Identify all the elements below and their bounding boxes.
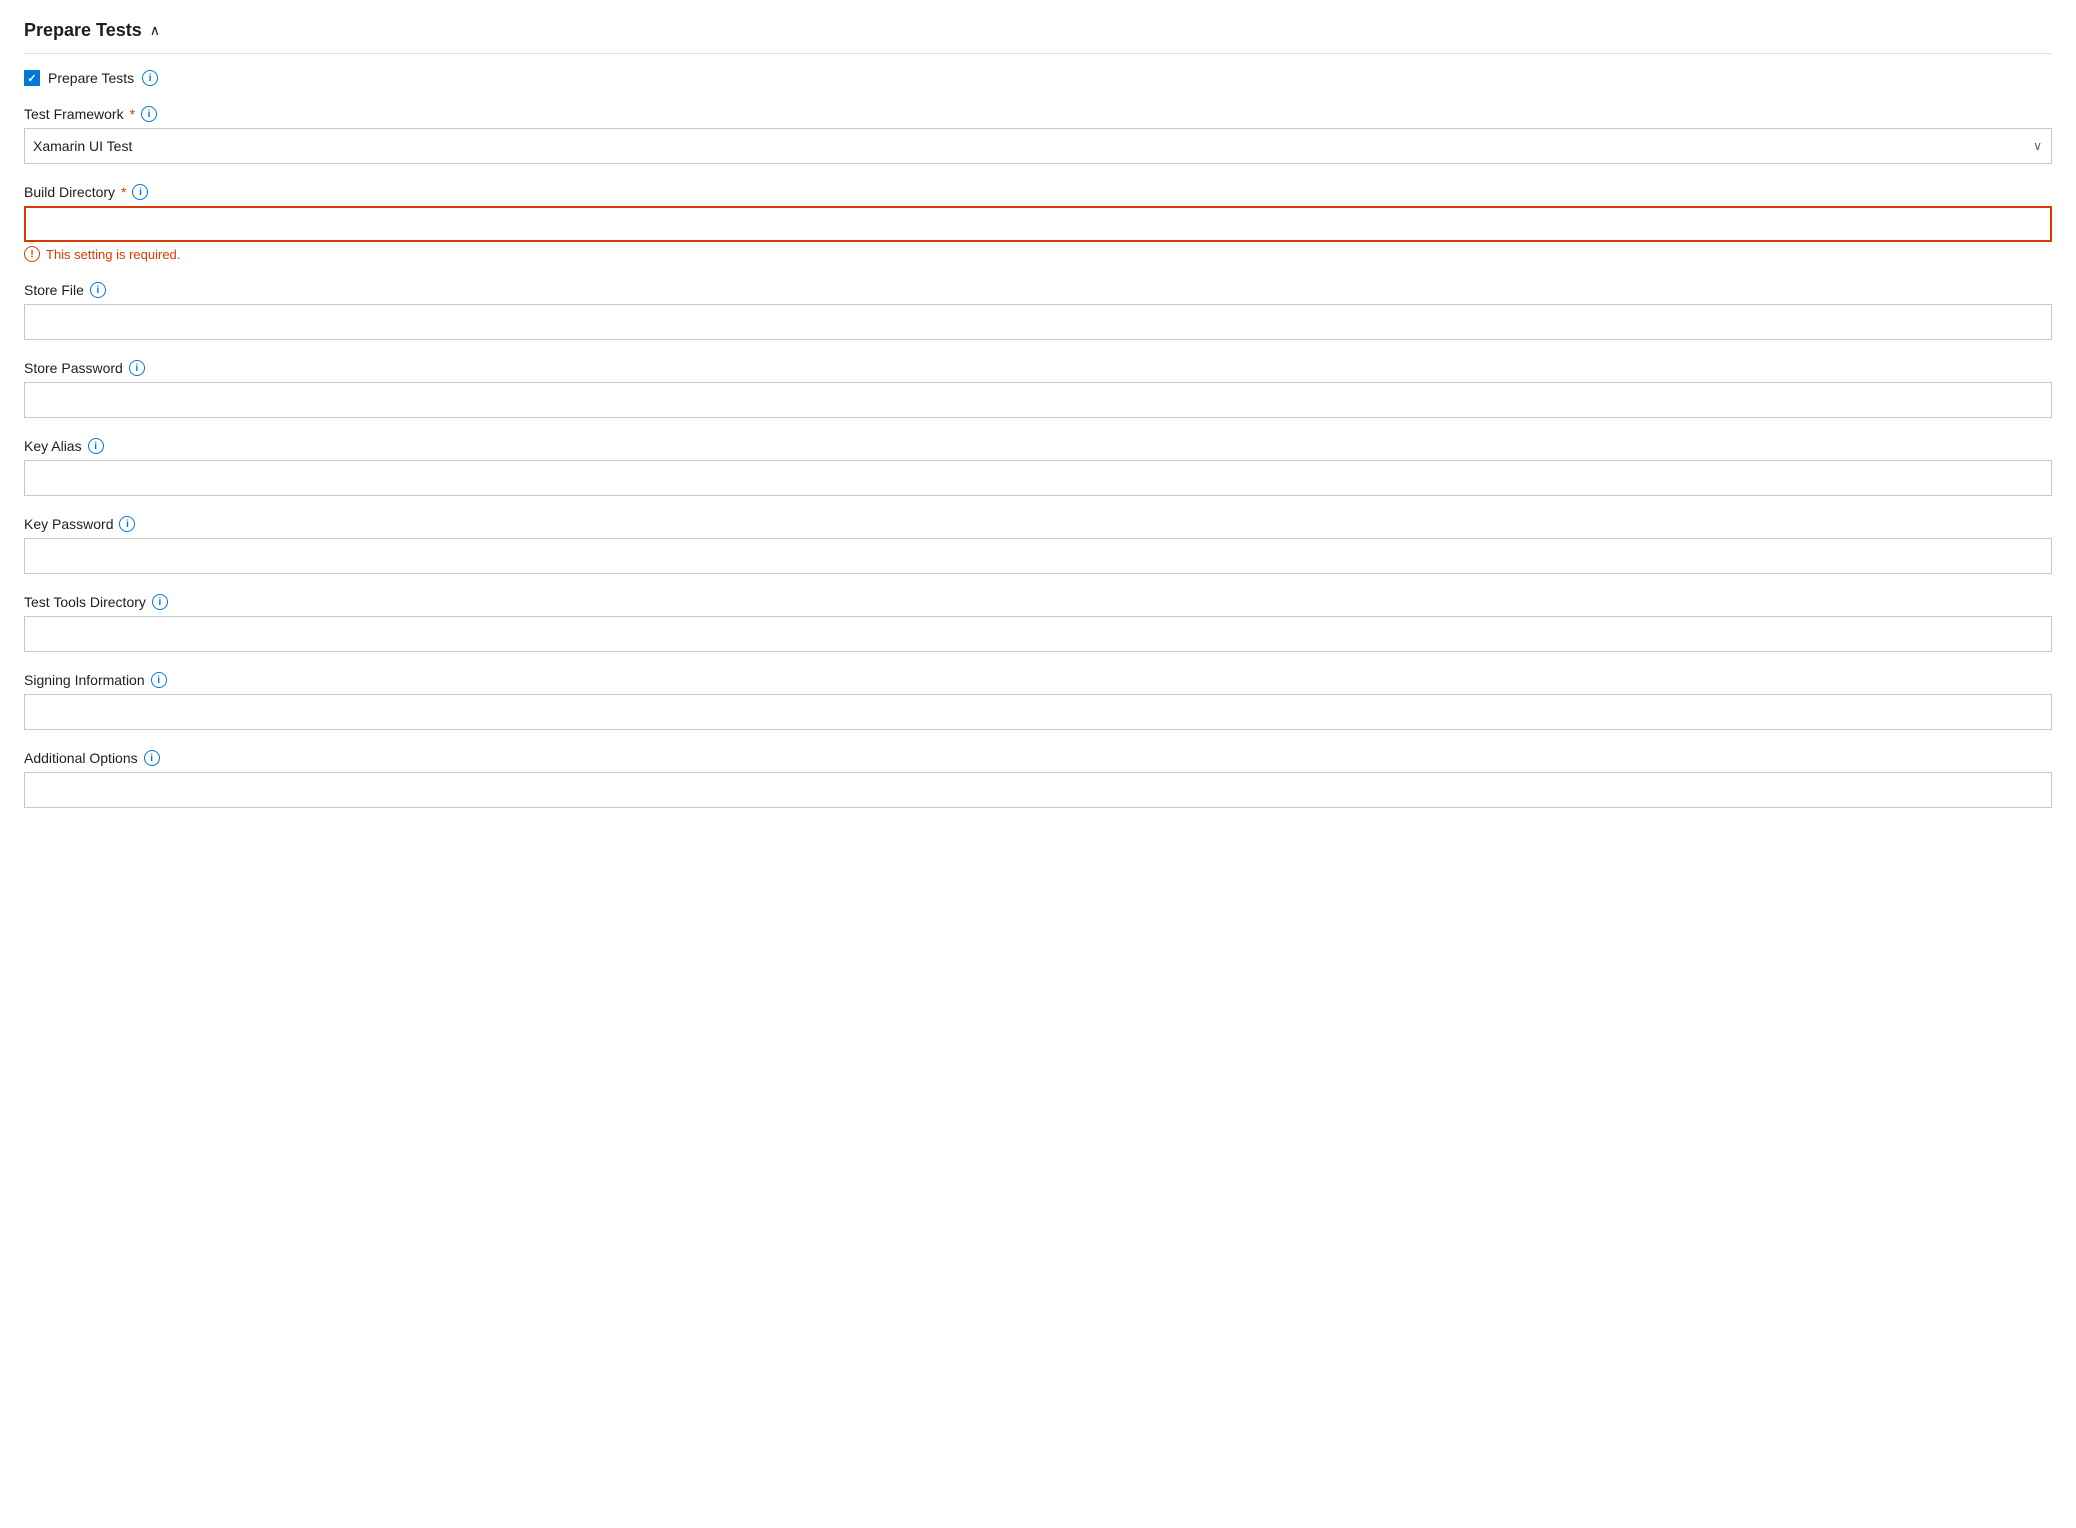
test-tools-directory-label-text: Test Tools Directory [24,594,146,610]
section-header: Prepare Tests ∧ [24,20,2052,54]
build-directory-required: * [121,184,126,200]
section-title: Prepare Tests [24,20,142,41]
error-message-text: This setting is required. [46,247,180,262]
store-password-field-group: Store Password i [24,360,2052,418]
error-icon: ! [24,246,40,262]
test-framework-select[interactable]: Xamarin UI Test Appium Espresso XCTest [24,128,2052,164]
store-file-label-text: Store File [24,282,84,298]
additional-options-input[interactable] [24,772,2052,808]
key-password-label-text: Key Password [24,516,113,532]
prepare-tests-checkbox-row: Prepare Tests i [24,70,2052,86]
build-directory-field-group: Build Directory * i ! This setting is re… [24,184,2052,262]
build-directory-label-text: Build Directory [24,184,115,200]
additional-options-field-group: Additional Options i [24,750,2052,808]
test-tools-directory-label: Test Tools Directory i [24,594,2052,610]
key-password-input[interactable] [24,538,2052,574]
store-password-label-text: Store Password [24,360,123,376]
key-alias-label: Key Alias i [24,438,2052,454]
store-password-info-icon[interactable]: i [129,360,145,376]
store-file-field-group: Store File i [24,282,2052,340]
additional-options-label-text: Additional Options [24,750,138,766]
build-directory-label: Build Directory * i [24,184,2052,200]
key-password-field-group: Key Password i [24,516,2052,574]
key-alias-input[interactable] [24,460,2052,496]
build-directory-info-icon[interactable]: i [132,184,148,200]
test-framework-info-icon[interactable]: i [141,106,157,122]
store-file-info-icon[interactable]: i [90,282,106,298]
test-tools-directory-input[interactable] [24,616,2052,652]
build-directory-error: ! This setting is required. [24,246,2052,262]
signing-information-info-icon[interactable]: i [151,672,167,688]
test-framework-field-group: Test Framework * i Xamarin UI Test Appiu… [24,106,2052,164]
additional-options-info-icon[interactable]: i [144,750,160,766]
test-tools-directory-field-group: Test Tools Directory i [24,594,2052,652]
key-alias-field-group: Key Alias i [24,438,2052,496]
signing-information-label-text: Signing Information [24,672,145,688]
test-framework-label: Test Framework * i [24,106,2052,122]
store-password-label: Store Password i [24,360,2052,376]
key-password-label: Key Password i [24,516,2052,532]
test-tools-directory-info-icon[interactable]: i [152,594,168,610]
test-framework-select-wrapper: Xamarin UI Test Appium Espresso XCTest ∨ [24,128,2052,164]
test-framework-label-text: Test Framework [24,106,124,122]
test-framework-required: * [130,106,135,122]
checkbox-label: Prepare Tests [48,70,134,86]
key-password-info-icon[interactable]: i [119,516,135,532]
store-file-label: Store File i [24,282,2052,298]
key-alias-info-icon[interactable]: i [88,438,104,454]
key-alias-label-text: Key Alias [24,438,82,454]
signing-information-field-group: Signing Information i [24,672,2052,730]
prepare-tests-checkbox[interactable] [24,70,40,86]
signing-information-label: Signing Information i [24,672,2052,688]
additional-options-label: Additional Options i [24,750,2052,766]
chevron-up-icon[interactable]: ∧ [150,22,160,39]
prepare-tests-info-icon[interactable]: i [142,70,158,86]
build-directory-input[interactable] [24,206,2052,242]
store-password-input[interactable] [24,382,2052,418]
store-file-input[interactable] [24,304,2052,340]
signing-information-input[interactable] [24,694,2052,730]
